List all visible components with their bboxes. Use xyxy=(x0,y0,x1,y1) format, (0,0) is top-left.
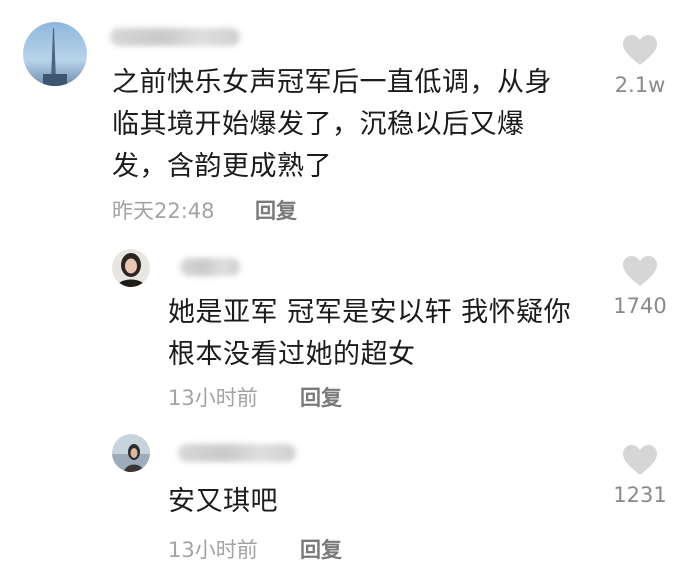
photo-avatar-icon xyxy=(112,434,150,472)
comment-text: 之前快乐女声冠军后一直低调，从身临其境开始爆发了，沉稳以后又爆发，含韵更成熟了 xyxy=(112,67,552,182)
woman-avatar-icon xyxy=(112,249,150,287)
like-count: 1231 xyxy=(613,483,667,507)
avatar[interactable] xyxy=(112,249,150,287)
like-count: 1740 xyxy=(613,294,667,318)
reply-time: 13小时前 xyxy=(168,538,258,562)
comment: 之前快乐女声冠军后一直低调，从身临其境开始爆发了，沉稳以后又爆发，含韵更成熟了 … xyxy=(0,0,685,240)
reply-text: 安又琪吧 xyxy=(168,486,278,517)
avatar[interactable] xyxy=(112,434,150,472)
like-button[interactable]: 1231 xyxy=(600,444,680,508)
username-blurred[interactable] xyxy=(178,444,296,462)
username-blurred[interactable] xyxy=(110,28,240,46)
reply: 安又琪吧 13小时前 回复 1231 xyxy=(0,420,685,579)
comment-time: 昨天22:48 xyxy=(112,199,215,223)
heart-icon xyxy=(623,35,657,65)
like-count: 2.1w xyxy=(614,73,666,97)
avatar[interactable] xyxy=(23,22,87,86)
reply: 她是亚军 冠军是安以轩 我怀疑你根本没看过她的超女 13小时前 回复 1740 xyxy=(0,240,685,420)
reply-button[interactable]: 回复 xyxy=(255,198,297,224)
reply-button[interactable]: 回复 xyxy=(300,537,342,563)
heart-icon xyxy=(623,445,657,475)
username-blurred[interactable] xyxy=(180,258,240,276)
like-button[interactable]: 2.1w xyxy=(600,34,680,98)
reply-button[interactable]: 回复 xyxy=(300,385,342,411)
like-button[interactable]: 1740 xyxy=(600,255,680,319)
reply-text: 她是亚军 冠军是安以轩 我怀疑你根本没看过她的超女 xyxy=(168,297,572,370)
tower-avatar-icon xyxy=(23,22,87,86)
heart-icon xyxy=(623,256,657,286)
reply-time: 13小时前 xyxy=(168,386,258,410)
